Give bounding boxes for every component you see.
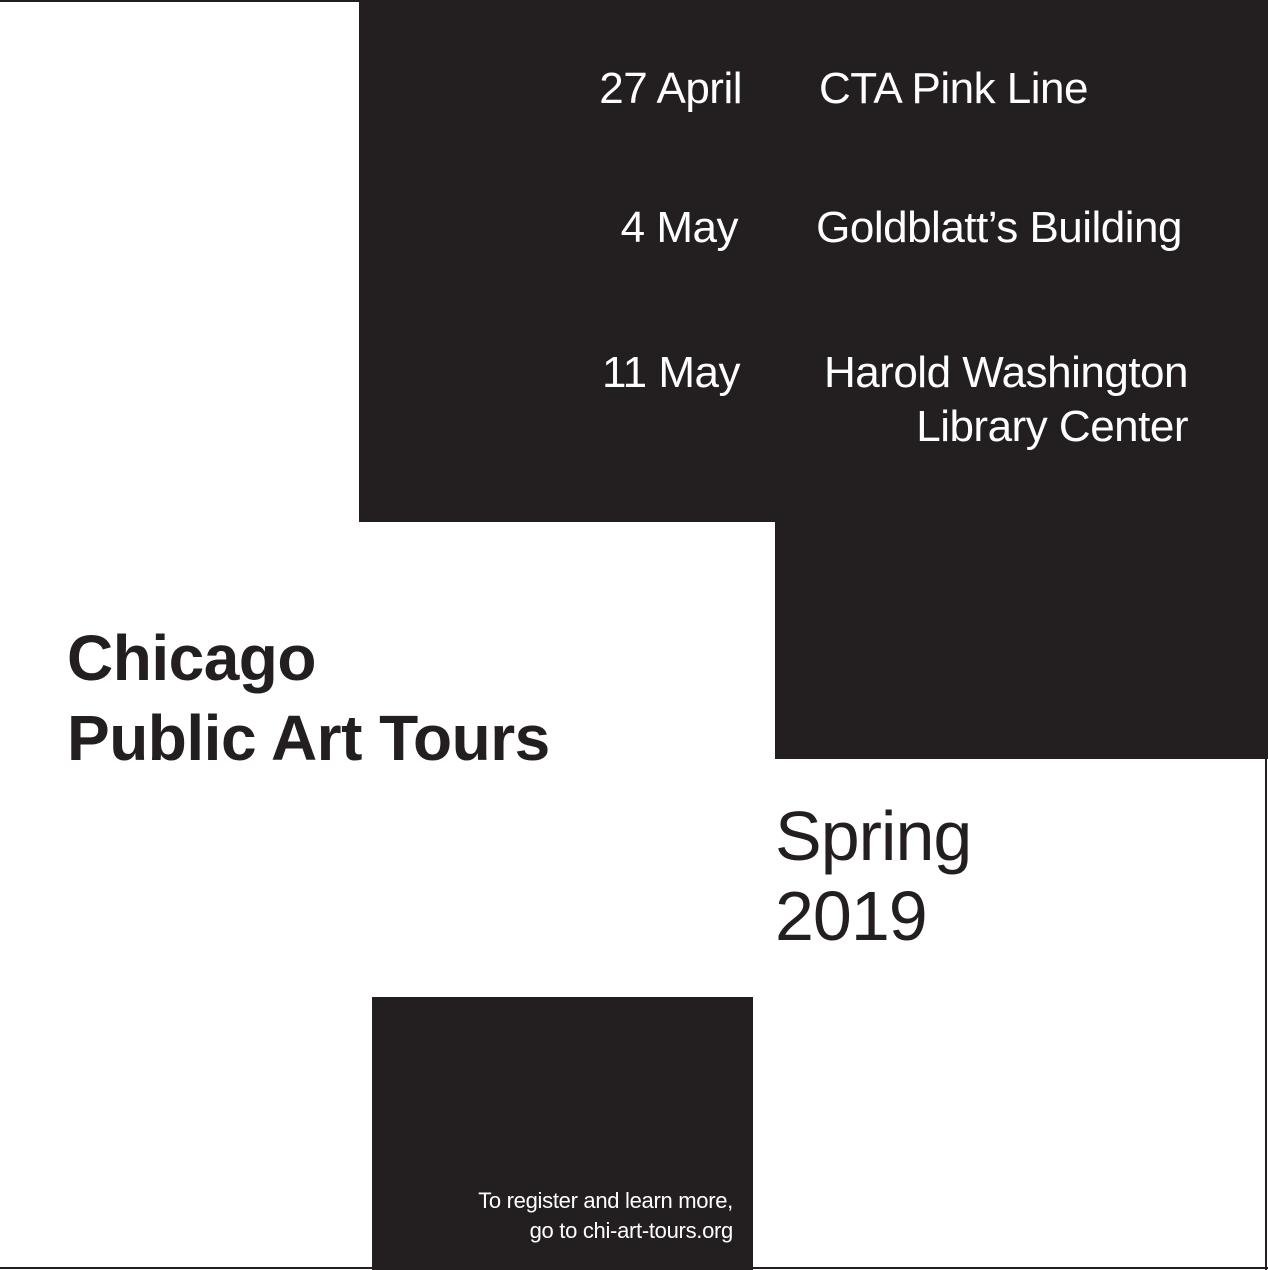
tour-date-2: 4 May [620,203,739,252]
season-year: 2019 [775,877,928,955]
register-link-text: go to chi-art-tours.org [529,1218,734,1243]
tour-venue-3: Harold Washington Library Center [760,346,1189,454]
poster-title-line-1: Chicago [67,622,316,694]
tour-venue-1: CTA Pink Line [790,62,1089,116]
poster: 27 April CTA Pink Line 4 May Goldblatt’s… [0,0,1268,1270]
season-label: Spring 2019 [775,796,972,956]
poster-title-line-2: Public Art Tours [67,702,550,774]
tour-date-1: 27 April [599,64,742,113]
tour-date-3: 11 May [601,348,741,397]
tour-venue-2-line: Goldblatt’s Building [816,203,1182,252]
tour-venue-3-line-2: Library Center [916,402,1188,451]
poster-title: Chicago Public Art Tours [67,618,550,778]
register-note-line-1: To register and learn more, [478,1188,733,1213]
tour-venue-1-line: CTA Pink Line [818,64,1089,113]
tour-venue-2: Goldblatt’s Building [782,201,1182,255]
tour-venue-3-line-1: Harold Washington [823,348,1189,397]
schedule-panel-extension [775,520,1268,759]
register-note: To register and learn more, go to chi-ar… [400,1186,733,1246]
season-name: Spring [775,797,972,875]
